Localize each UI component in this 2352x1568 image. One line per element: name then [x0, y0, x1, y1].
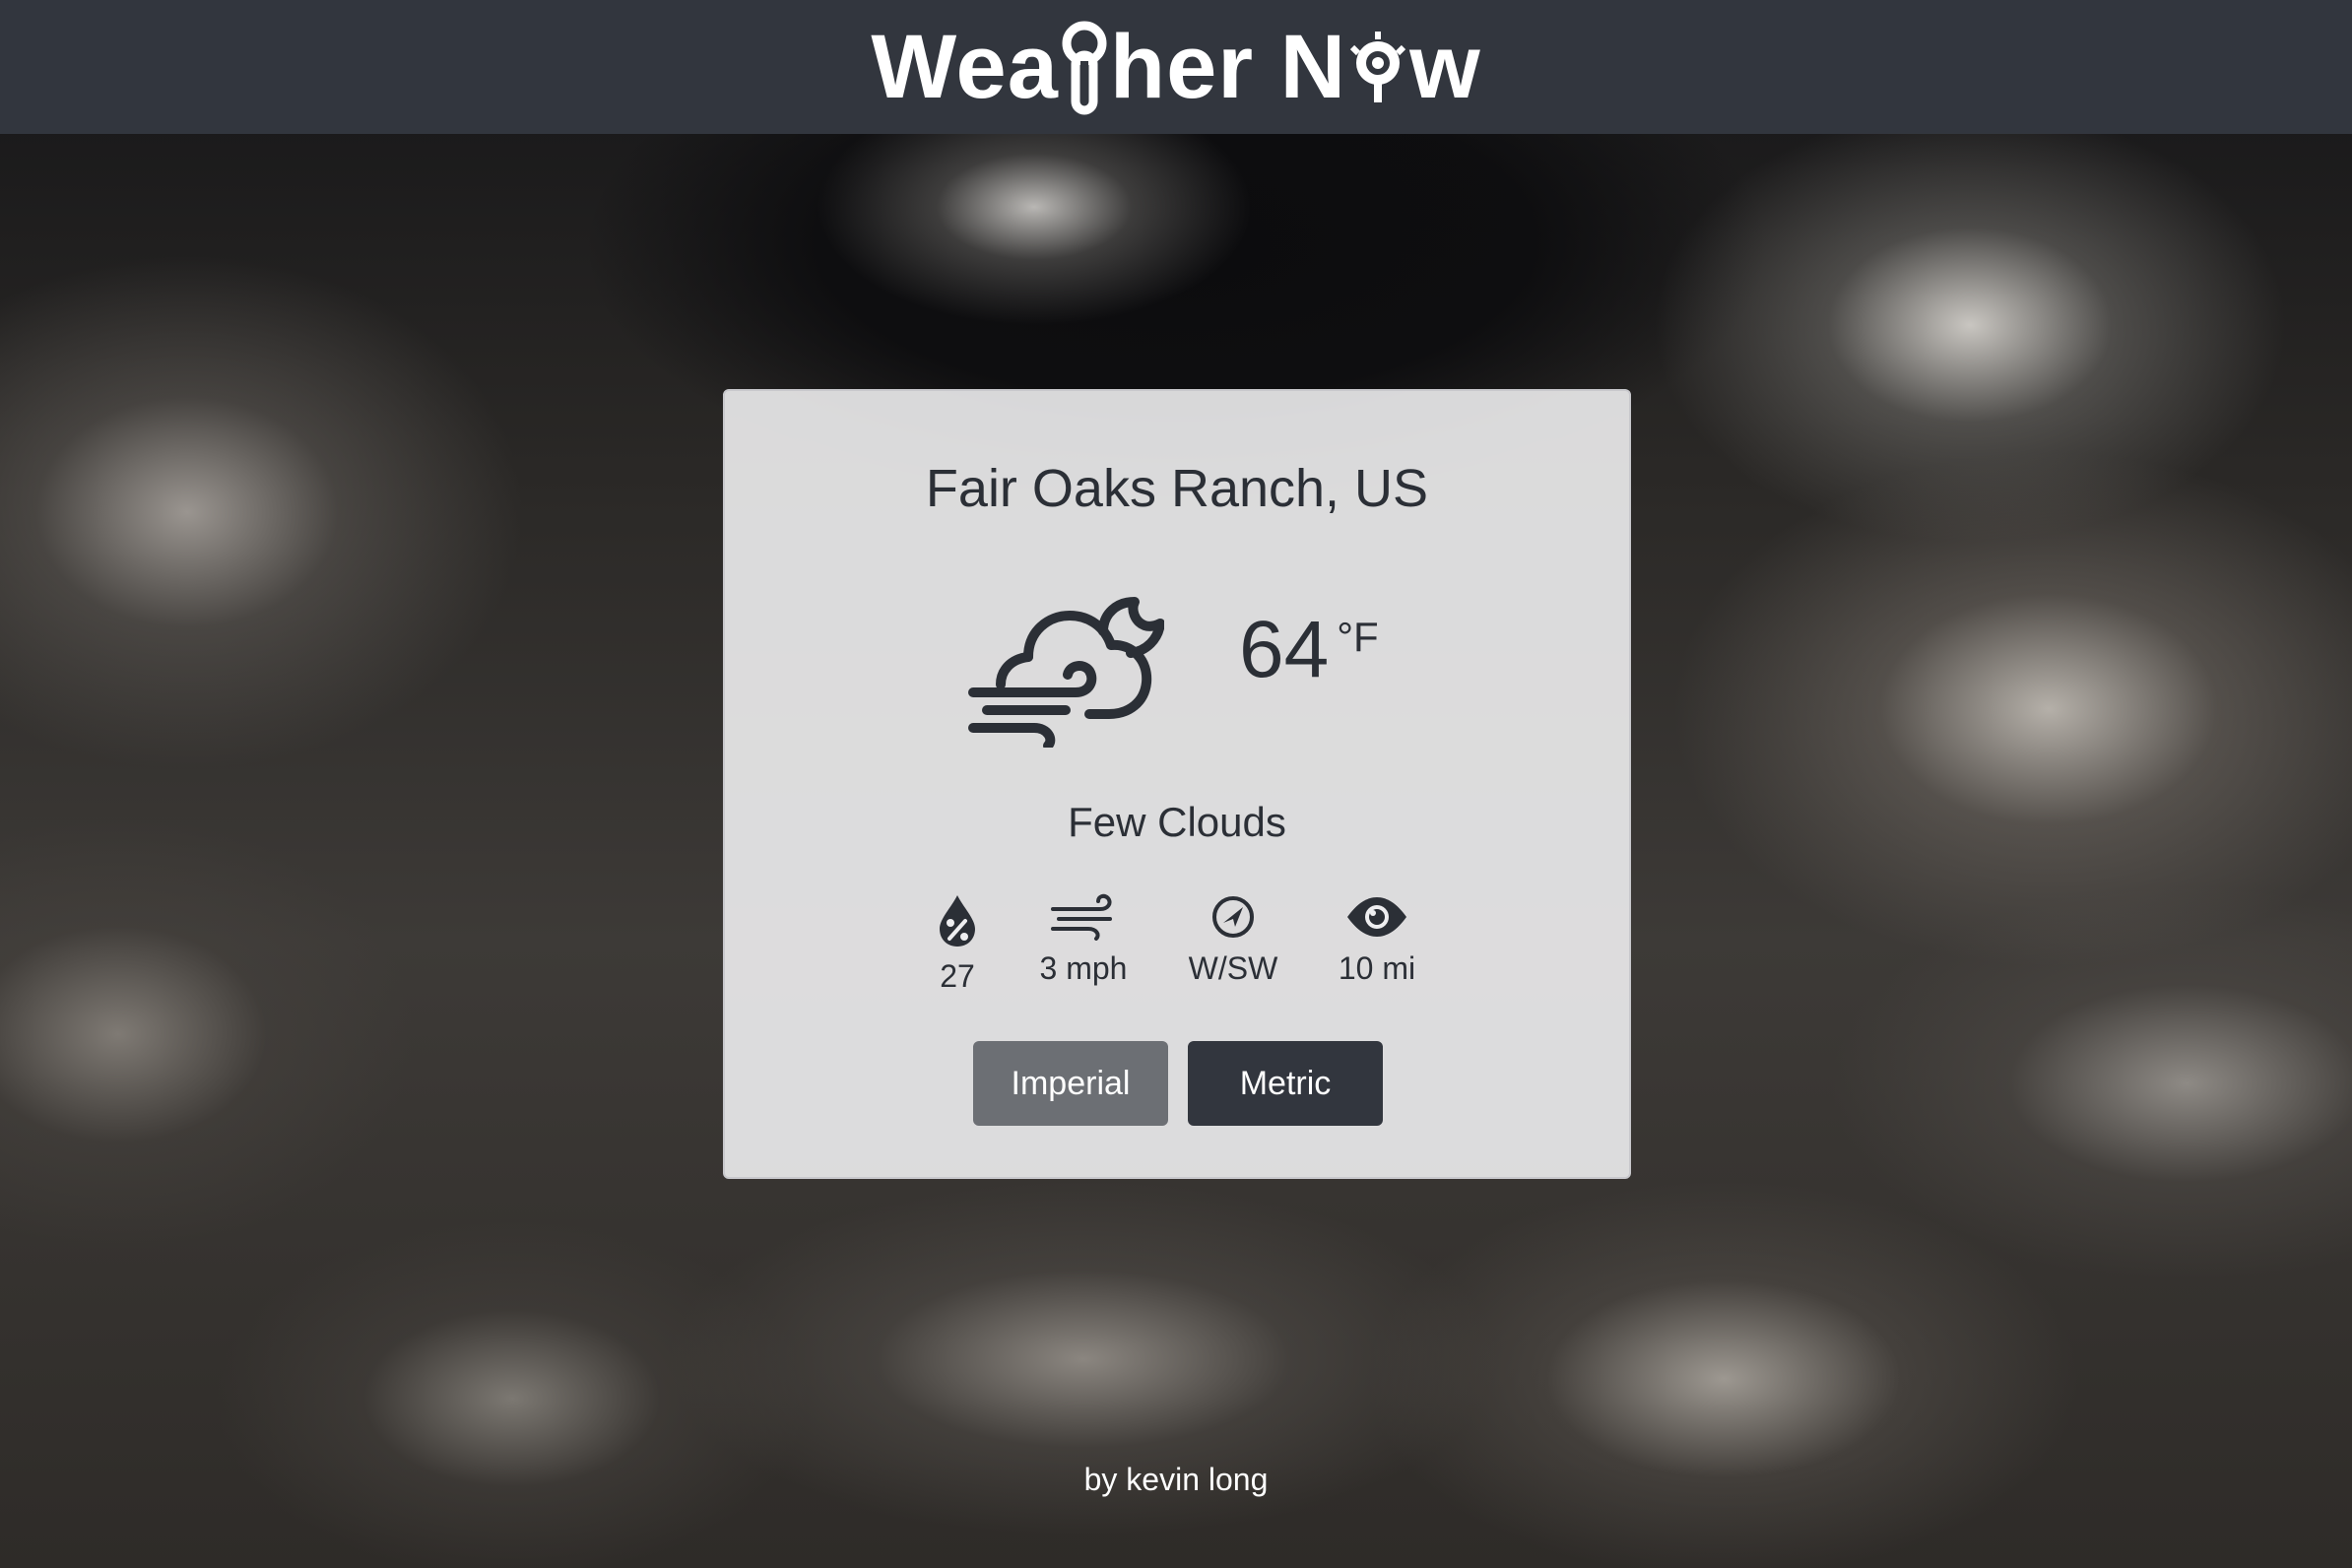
cloudy-windy-icon — [968, 597, 1164, 748]
visibility-icon — [1347, 897, 1406, 937]
weather-stats: 27 3 mph W/SW 10 mi — [725, 893, 1629, 1002]
logo-text-part1: Wea — [871, 17, 1059, 117]
weather-description: Few Clouds — [1068, 799, 1286, 845]
metric-button[interactable]: Metric — [1188, 1041, 1383, 1126]
temperature-unit: °F — [1337, 614, 1379, 660]
temperature-value: 64 — [1239, 605, 1330, 694]
temperature-display: 64 °F — [1239, 610, 1379, 690]
page: Wea her N w Fair Oaks Ranch, US 64 °F Fe… — [0, 0, 2352, 1568]
footer-credit: by kevin long — [1083, 1462, 1269, 1497]
logo-text-part3: w — [1409, 17, 1481, 117]
stat-visibility: 10 mi — [1298, 893, 1456, 987]
visibility-value: 10 mi — [1338, 950, 1416, 986]
wind-direction-value: W/SW — [1188, 950, 1278, 986]
humidity-icon — [940, 895, 975, 947]
location-title: Fair Oaks Ranch, US — [925, 459, 1429, 518]
stat-wind-direction: W/SW — [1154, 893, 1312, 987]
header-bar: Wea her N w — [0, 0, 2352, 134]
thermometer-icon — [1062, 21, 1107, 115]
stat-wind-speed: 3 mph — [1005, 893, 1162, 987]
logo-text-part2: her N — [1109, 17, 1347, 117]
wind-direction-icon — [1212, 896, 1254, 938]
weather-card: Fair Oaks Ranch, US 64 °F Few Clouds 27 … — [723, 389, 1631, 1179]
imperial-button[interactable]: Imperial — [973, 1041, 1168, 1126]
wind-speed-value: 3 mph — [1039, 950, 1128, 986]
wind-speed-icon — [1051, 893, 1112, 941]
app-logo: Wea her N w — [871, 16, 1480, 118]
sun-icon — [1349, 32, 1406, 102]
